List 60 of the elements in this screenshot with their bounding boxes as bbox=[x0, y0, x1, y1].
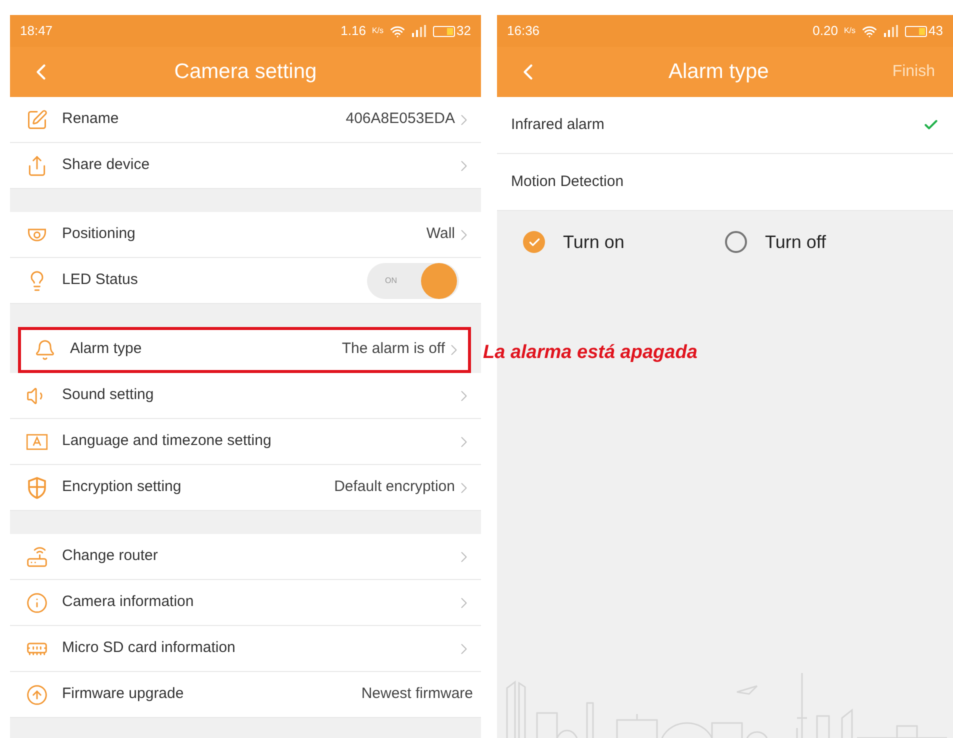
battery-level: 32 bbox=[456, 22, 471, 40]
battery-icon bbox=[432, 26, 455, 36]
screen-title: Alarm type bbox=[667, 59, 770, 86]
row-label: Change router bbox=[62, 546, 159, 566]
network-speed: 1.16 bbox=[340, 22, 366, 40]
settings-row[interactable]: Share device bbox=[10, 143, 481, 189]
speed-unit: K/s bbox=[372, 25, 384, 37]
settings-row[interactable]: Language and timezone setting bbox=[10, 419, 481, 465]
settings-row[interactable]: Encryption setting Default encryption bbox=[10, 465, 481, 511]
row-label: Alarm type bbox=[70, 339, 143, 360]
row-value: Newest firmware bbox=[361, 684, 473, 704]
signal-icon bbox=[882, 24, 899, 38]
row-value: 406A8E053EDA bbox=[346, 109, 455, 130]
row-label: Language and timezone setting bbox=[62, 431, 272, 452]
radio-option[interactable]: Turn on bbox=[523, 228, 725, 256]
row-label: LED Status bbox=[62, 270, 139, 290]
row-label: Micro SD card information bbox=[62, 638, 236, 658]
share-icon bbox=[26, 154, 48, 176]
settings-row[interactable]: Positioning Wall bbox=[10, 212, 481, 258]
settings-row[interactable]: Camera information bbox=[10, 580, 481, 626]
clock-time: 18:47 bbox=[20, 22, 53, 40]
radio-checked-icon bbox=[523, 231, 545, 253]
settings-row[interactable]: Firmware upgrade Newest firmware bbox=[10, 672, 481, 718]
settings-row[interactable]: Alarm type The alarm is off bbox=[18, 327, 471, 373]
router-icon bbox=[26, 546, 48, 568]
clock-time: 16:36 bbox=[507, 22, 540, 40]
network-speed: 0.20 bbox=[812, 22, 838, 40]
wifi-icon bbox=[390, 24, 405, 38]
edit-icon bbox=[26, 108, 48, 130]
row-label: Sound setting bbox=[62, 385, 155, 406]
upgrade-icon bbox=[26, 684, 48, 706]
screen-title: Camera setting bbox=[173, 59, 318, 86]
row-value: Default encryption bbox=[334, 477, 455, 498]
signal-icon bbox=[410, 24, 427, 38]
row-label: Firmware upgrade bbox=[62, 684, 185, 704]
settings-row[interactable]: Micro SD card information bbox=[10, 626, 481, 672]
settings-row[interactable]: Rename 406A8E053EDA bbox=[10, 97, 481, 143]
letter-a-icon bbox=[26, 432, 48, 450]
settings-row[interactable]: LED Status ON bbox=[10, 258, 481, 304]
row-value: Wall bbox=[426, 224, 455, 244]
bell-icon bbox=[34, 338, 56, 360]
info-icon bbox=[26, 592, 48, 614]
battery-level: 43 bbox=[928, 22, 943, 40]
row-label: Share device bbox=[62, 155, 151, 176]
shield-icon bbox=[27, 476, 47, 498]
alarm-option[interactable]: Motion Detection bbox=[497, 154, 953, 211]
radio-empty-icon bbox=[725, 231, 747, 253]
row-label: Rename bbox=[62, 109, 120, 130]
speed-unit: K/s bbox=[844, 25, 856, 37]
alarm-option[interactable]: Infrared alarm bbox=[497, 97, 953, 154]
row-label: Camera information bbox=[62, 592, 195, 612]
annotation-text: La alarma está apagada bbox=[483, 341, 698, 365]
row-label: Encryption setting bbox=[62, 477, 182, 498]
row-value: The alarm is off bbox=[342, 339, 445, 360]
row-label: Positioning bbox=[62, 224, 136, 244]
wifi-icon bbox=[862, 24, 877, 38]
settings-row[interactable]: Change router bbox=[10, 534, 481, 580]
radio-option[interactable]: Turn off bbox=[725, 228, 927, 256]
settings-row[interactable]: Sound setting bbox=[10, 373, 481, 419]
battery-icon bbox=[904, 26, 927, 36]
